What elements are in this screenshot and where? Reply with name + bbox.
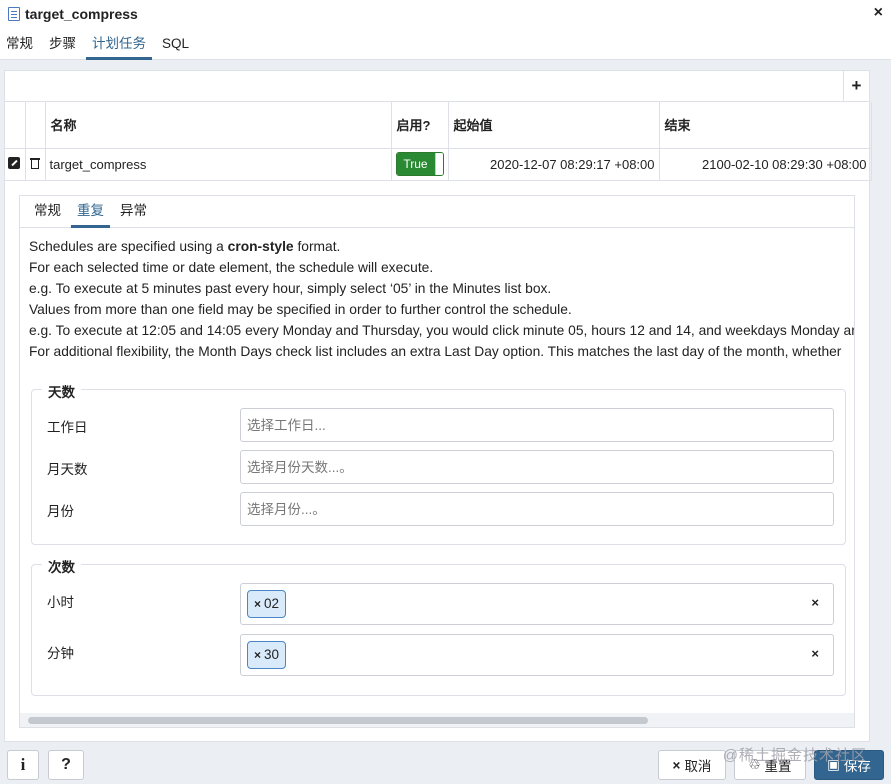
- header-edit-col: [5, 102, 26, 149]
- month-label: 月份: [47, 504, 74, 519]
- cancel-button[interactable]: × 取消: [658, 750, 726, 780]
- help-line-4: Values from more than one field may be s…: [29, 302, 572, 317]
- edit-cell[interactable]: [5, 148, 26, 181]
- header-delete-col: [25, 102, 46, 149]
- row-end[interactable]: 2100-02-10 08:29:30 +08:00: [659, 148, 872, 181]
- table-row: target_compress True 2020-12-07 08:29:17…: [5, 148, 872, 181]
- info-button[interactable]: i: [7, 750, 39, 780]
- dialog-footer: i ? × 取消 ♲ 重置 ▣ 保存: [0, 742, 891, 784]
- trash-icon[interactable]: [29, 157, 40, 169]
- vertical-scrollbar[interactable]: [875, 62, 889, 742]
- grid-toolbar: +: [5, 71, 869, 102]
- detail-tabs: 常规 重复 异常: [20, 196, 854, 228]
- remove-tag-icon[interactable]: ×: [254, 597, 261, 611]
- minutes-select[interactable]: × 30 ×: [240, 634, 834, 676]
- days-fieldset: 天数 工作日 月天数 月份: [31, 381, 846, 545]
- help-line-6: For additional flexibility, the Month Da…: [29, 344, 842, 359]
- hour-tag[interactable]: × 02: [247, 590, 287, 618]
- help-line-2: For each selected time or date element, …: [29, 260, 434, 275]
- weekday-label: 工作日: [47, 420, 88, 435]
- minute-tag[interactable]: × 30: [247, 641, 287, 669]
- document-icon: [8, 7, 20, 21]
- reset-button[interactable]: ♲ 重置: [734, 750, 806, 780]
- minutes-label: 分钟: [47, 646, 74, 661]
- month-select[interactable]: [240, 492, 834, 526]
- tab-detail-general[interactable]: 常规: [28, 196, 67, 228]
- title-bar: target_compress ×: [0, 0, 891, 28]
- tab-repeat[interactable]: 重复: [71, 196, 110, 228]
- horizontal-scrollbar[interactable]: [20, 713, 854, 727]
- edit-icon[interactable]: [8, 156, 20, 169]
- tab-steps[interactable]: 步骤: [43, 28, 82, 60]
- tab-exceptions[interactable]: 异常: [114, 196, 153, 228]
- hours-select[interactable]: × 02 ×: [240, 583, 834, 625]
- row-enabled-cell: True: [391, 148, 449, 181]
- grid-header-row: 名称 启用? 起始值 结束: [5, 102, 872, 149]
- header-name[interactable]: 名称: [45, 102, 392, 149]
- help-line-5: e.g. To execute at 12:05 and 14:05 every…: [29, 323, 855, 338]
- help-text: Schedules are specified using a cron-sty…: [20, 228, 854, 362]
- close-icon: ×: [672, 757, 681, 773]
- help-line-1: Schedules are specified using a cron-sty…: [29, 239, 341, 254]
- monthday-select[interactable]: [240, 450, 834, 484]
- add-row-button[interactable]: +: [843, 71, 869, 102]
- close-icon[interactable]: ×: [874, 4, 883, 22]
- schedules-panel: + 名称 启用? 起始值 结束 target_compress True 202…: [4, 70, 872, 742]
- clear-hours-icon[interactable]: ×: [811, 595, 819, 610]
- times-fieldset: 次数 小时 × 02 × 分钟 × 30 ×: [31, 556, 846, 696]
- days-legend: 天数: [42, 381, 81, 401]
- remove-tag-icon[interactable]: ×: [254, 648, 261, 662]
- weekday-select[interactable]: [240, 408, 834, 442]
- save-button[interactable]: ▣ 保存: [814, 750, 884, 780]
- scrollbar-thumb[interactable]: [28, 717, 648, 724]
- row-name: target_compress: [45, 148, 392, 181]
- clear-minutes-icon[interactable]: ×: [811, 646, 819, 661]
- toggle-label: True: [396, 153, 435, 175]
- header-end[interactable]: 结束: [659, 102, 872, 149]
- main-tabs: 常规 步骤 计划任务 SQL: [0, 28, 891, 60]
- help-button[interactable]: ?: [48, 750, 84, 780]
- tab-schedules[interactable]: 计划任务: [86, 28, 152, 60]
- header-start[interactable]: 起始值: [448, 102, 660, 149]
- enabled-toggle[interactable]: True: [395, 152, 444, 176]
- window-title: target_compress: [25, 6, 138, 22]
- schedules-grid: 名称 启用? 起始值 结束 target_compress True 2020-…: [5, 102, 872, 181]
- times-legend: 次数: [42, 556, 81, 576]
- tab-sql[interactable]: SQL: [156, 28, 195, 60]
- header-enabled[interactable]: 启用?: [391, 102, 449, 149]
- tab-general[interactable]: 常规: [0, 28, 39, 60]
- save-icon: ▣: [827, 757, 840, 772]
- hours-label: 小时: [47, 595, 74, 610]
- schedule-detail-panel: 常规 重复 异常 Schedules are specified using a…: [19, 195, 855, 728]
- delete-cell[interactable]: [25, 148, 46, 181]
- help-line-3: e.g. To execute at 5 minutes past every …: [29, 281, 552, 296]
- row-start[interactable]: 2020-12-07 08:29:17 +08:00: [448, 148, 660, 181]
- monthday-label: 月天数: [47, 462, 88, 477]
- recycle-icon: ♲: [748, 757, 761, 772]
- toggle-knob: [434, 153, 443, 175]
